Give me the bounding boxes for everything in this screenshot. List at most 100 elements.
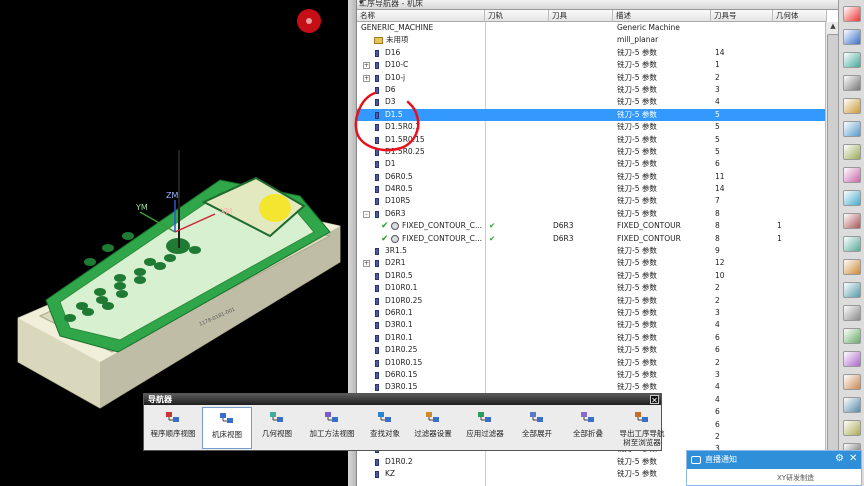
tree-icon[interactable] [843,98,861,114]
column-tool-number[interactable]: 刀具号 [711,10,773,22]
toolbar-button-3[interactable]: 几何视图 [254,407,300,449]
toolbar-button-6[interactable]: 过滤器设置 [408,407,458,449]
tree-row[interactable]: D6R0.5 铣刀-5 参数 11 [357,171,825,183]
tree-row[interactable]: 3R1.5 铣刀-5 参数 9 [357,245,825,257]
cell-path [489,208,549,220]
tree-row[interactable]: 未用项 mill_planar [357,34,825,46]
layer-icon[interactable] [843,121,861,137]
cell-name: D6R0.1 [385,307,413,317]
column-name[interactable]: 名称 [357,10,485,22]
column-header: 名称 刀轨 刀具 描述 刀具号 几何体 [357,10,827,22]
settings-icon[interactable] [843,328,861,344]
toolbar-button-8[interactable]: 全部展开 [512,407,562,449]
list-icon[interactable] [843,75,861,91]
clipboard-icon[interactable] [843,397,861,413]
gear-icon[interactable]: ⚙ [835,453,844,464]
toolbar-title-bar[interactable]: 导航器 ✕ [144,394,661,405]
cell-geom [777,84,825,96]
column-tool[interactable]: 刀具 [549,10,613,22]
cell-toolno: 4 [715,320,720,330]
tree-row[interactable]: GENERIC_MACHINE Generic Machine [357,22,825,34]
process-icon[interactable] [843,259,861,275]
cell-toolno: 6 [715,345,720,355]
cell-name: D10R0.1 [385,283,418,293]
record-marker-dot [306,18,312,24]
tree-row[interactable]: D3R0.1 铣刀-5 参数 4 [357,319,825,331]
tree-row[interactable]: D10R0.25 铣刀-5 参数 2 [357,295,825,307]
toolbar-button-label: 加工方法视图 [309,429,355,438]
toolbar-button-7[interactable]: 应用过滤器 [460,407,510,449]
expand-icon[interactable]: + [363,62,370,70]
cell-path [489,158,549,170]
cell-desc: 铣刀-5 参数 [617,295,657,305]
tree-row[interactable]: + D10-C 铣刀-5 参数 1 [357,59,825,71]
manufacturing-icon[interactable] [843,351,861,367]
tree-row[interactable]: D1 铣刀-5 参数 6 [357,158,825,170]
tree-row[interactable]: D16 铣刀-5 参数 14 [357,47,825,59]
filter-settings-icon [425,409,441,425]
cell-toolno: 14 [715,184,725,194]
chart-icon[interactable] [843,190,861,206]
expand-icon[interactable]: + [363,260,370,268]
tree-row[interactable]: D1R0.25 铣刀-5 参数 6 [357,344,825,356]
column-toolpath[interactable]: 刀轨 [485,10,549,22]
tree-row[interactable]: D6R0.15 铣刀-5 参数 3 [357,369,825,381]
tree-row[interactable]: ✔ FIXED_CONTOUR_C... ✔ D6R3 FIXED_CONTOUR 8 1 [357,233,825,245]
tree-row[interactable]: D4R0.5 铣刀-5 参数 14 [357,183,825,195]
close-icon[interactable]: ✕ [650,395,659,405]
cell-desc: 铣刀-5 参数 [617,146,657,156]
tree-row[interactable]: D10R0.1 铣刀-5 参数 2 [357,282,825,294]
cell-toolno: 8 [715,233,720,243]
mill-tool-icon [375,186,379,194]
cell-desc: 铣刀-5 参数 [617,345,657,355]
chevron-down-icon[interactable]: ▾ [359,0,835,7]
close-icon[interactable]: ✕ [849,453,857,464]
report-icon[interactable] [843,374,861,390]
cell-toolno: 9 [715,246,720,256]
palette-icon[interactable] [843,167,861,183]
tree-row[interactable]: D3R0.15 铣刀-5 参数 4 [357,381,825,393]
operation-icon [391,234,399,243]
column-geometry[interactable]: 几何体 [773,10,827,22]
toolbar-button-9[interactable]: 全部折叠 [564,407,612,449]
tree-row[interactable]: D6R0.1 铣刀-5 参数 3 [357,307,825,319]
cell-toolno: 6 [715,159,720,169]
toolbar-button-2[interactable]: 机床视图 [202,407,252,449]
vertical-scrollbar[interactable]: ▲ [825,22,839,486]
cell-tool [553,344,613,356]
mill-tool-icon [375,471,379,479]
split-icon[interactable] [843,29,861,45]
close-icon[interactable] [843,6,861,22]
help-icon[interactable] [843,420,861,436]
cell-geom [777,121,825,133]
tree-row[interactable]: ✔ FIXED_CONTOUR_C... ✔ D6R3 FIXED_CONTOUR 8 1 [357,220,825,232]
export-icon [634,409,650,425]
tree-row[interactable]: D10R0.15 铣刀-5 参数 2 [357,357,825,369]
tool-library-icon[interactable] [843,213,861,229]
role-icon[interactable] [843,144,861,160]
clock-icon[interactable] [843,282,861,298]
toolbar-button-5[interactable]: 查找对象 [364,407,406,449]
toolbar-button-1[interactable]: 程序顺序视图 [146,407,200,449]
mill-tool-icon [375,384,379,392]
tree-row[interactable]: D1R0.5 铣刀-5 参数 10 [357,270,825,282]
tree-row[interactable]: + D2R1 铣刀-5 参数 12 [357,257,825,269]
history-icon[interactable] [843,52,861,68]
mill-tool-icon [375,248,379,256]
camera-icon[interactable] [843,305,861,321]
cell-name: D1R0.25 [385,345,418,355]
web-icon[interactable] [843,236,861,252]
collapse-icon[interactable]: - [363,210,370,218]
cell-path [489,332,549,344]
mill-tool-icon [375,458,379,466]
tree-row[interactable]: D10R5 铣刀-5 参数 7 [357,195,825,207]
expand-all-icon [529,409,545,425]
column-description[interactable]: 描述 [613,10,711,22]
tree-row[interactable]: - D6R3 铣刀-5 参数 8 [357,208,825,220]
toolbar-button-4[interactable]: 加工方法视图 [302,407,362,449]
cell-path [489,183,549,195]
tree-row[interactable]: D1R0.1 铣刀-5 参数 6 [357,332,825,344]
program-order-icon [165,409,181,425]
live-notice-widget[interactable]: 直播通知 ⚙ ✕ XY研发制造 [686,450,862,486]
toolbar-button-10[interactable]: 导出工序导航 树至浏览器 [614,407,670,449]
